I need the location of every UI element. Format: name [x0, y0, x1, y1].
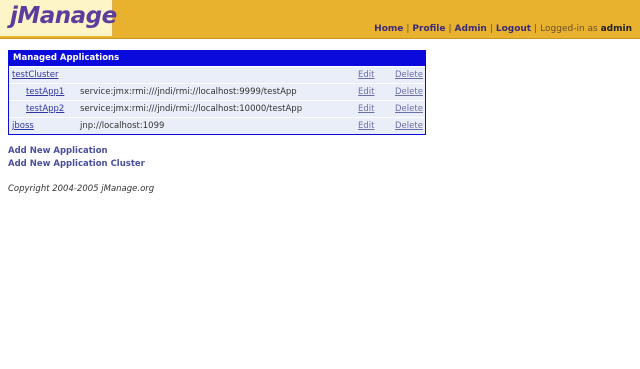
top-nav: Home | Profile | Admin | Logout | Logged-in as a… [374, 24, 632, 34]
edit-link[interactable]: Edit [358, 70, 374, 80]
logged-in-user: admin [600, 24, 632, 34]
app-name-link[interactable]: testCluster [12, 70, 59, 80]
app-name-link[interactable]: jboss [12, 121, 34, 131]
logged-in-label: Logged-in as [540, 24, 598, 34]
managed-applications-table: Managed Applications testCluster Edit De… [8, 50, 426, 135]
add-application-link[interactable]: Add New Application [8, 146, 108, 156]
header-bar: jManage Home | Profile | Admin | Logout | Logged… [0, 0, 640, 39]
app-name-link[interactable]: testApp2 [26, 104, 64, 114]
table-title: Managed Applications [9, 51, 425, 66]
nav-profile-link[interactable]: Profile [412, 24, 445, 34]
delete-link[interactable]: Delete [395, 70, 423, 80]
table-row: jboss jnp://localhost:1099 Edit Delete [9, 117, 425, 134]
edit-link[interactable]: Edit [358, 121, 374, 131]
jmanage-logo[interactable]: jManage [10, 3, 117, 29]
app-url: service:jmx:rmi:///jndi/rmi://localhost:… [80, 87, 297, 97]
table-row: testApp1 service:jmx:rmi:///jndi/rmi://l… [9, 83, 425, 100]
delete-link[interactable]: Delete [395, 121, 423, 131]
nav-separator: | [448, 24, 452, 34]
app-url: service:jmx:rmi:///jndi/rmi://localhost:… [80, 104, 303, 114]
nav-logout-link[interactable]: Logout [496, 24, 531, 34]
app-url: jnp://localhost:1099 [80, 121, 165, 131]
copyright-text: Copyright 2004-2005 jManage.org [8, 184, 155, 194]
delete-link[interactable]: Delete [395, 87, 423, 97]
nav-separator: | [489, 24, 493, 34]
nav-home-link[interactable]: Home [374, 24, 403, 34]
nav-separator: | [534, 24, 538, 34]
nav-admin-link[interactable]: Admin [455, 24, 487, 34]
logo-area: jManage [0, 0, 117, 36]
edit-link[interactable]: Edit [358, 87, 374, 97]
table-row: testCluster Edit Delete [9, 66, 425, 83]
app-name-link[interactable]: testApp1 [26, 87, 64, 97]
delete-link[interactable]: Delete [395, 104, 423, 114]
table-row: testApp2 service:jmx:rmi:///jndi/rmi://l… [9, 100, 425, 117]
add-application-cluster-link[interactable]: Add New Application Cluster [8, 159, 145, 169]
edit-link[interactable]: Edit [358, 104, 374, 114]
